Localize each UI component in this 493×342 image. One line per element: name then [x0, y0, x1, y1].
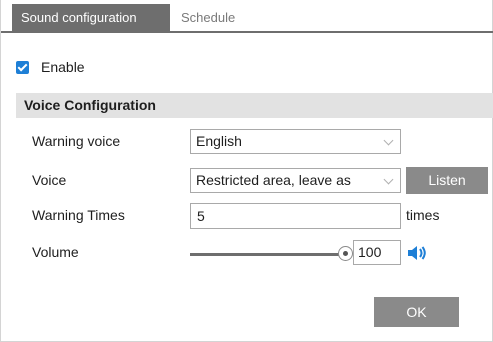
enable-label: Enable — [41, 59, 85, 75]
warning-voice-value: English — [196, 133, 242, 149]
voice-value: Restricted area, leave as — [196, 172, 351, 188]
tab-sound-configuration[interactable]: Sound configuration — [12, 4, 170, 31]
voice-select[interactable]: Restricted area, leave as — [190, 168, 401, 193]
volume-input[interactable]: 100 — [353, 240, 401, 265]
voice-label: Voice — [32, 172, 67, 188]
speaker-icon[interactable] — [406, 243, 428, 263]
warning-times-label: Warning Times — [32, 207, 125, 223]
warning-voice-label: Warning voice — [32, 133, 121, 149]
chevron-down-icon — [383, 135, 394, 146]
ok-button[interactable]: OK — [374, 297, 459, 327]
volume-slider-handle[interactable] — [337, 246, 353, 261]
voice-configuration-header: Voice Configuration — [16, 93, 493, 118]
volume-label: Volume — [32, 244, 79, 260]
tab-schedule[interactable]: Schedule — [172, 4, 244, 31]
listen-button[interactable]: Listen — [406, 167, 488, 194]
settings-panel: Sound configuration Schedule Enable Voic… — [0, 0, 493, 342]
volume-slider-track[interactable] — [190, 253, 345, 256]
enable-row[interactable]: Enable — [16, 59, 85, 75]
warning-times-input[interactable]: 5 — [190, 203, 401, 229]
volume-slider-fill — [190, 253, 345, 256]
chevron-down-icon — [383, 174, 394, 185]
tab-bar: Sound configuration Schedule — [1, 0, 493, 33]
warning-times-unit: times — [406, 207, 440, 223]
warning-voice-select[interactable]: English — [190, 129, 401, 154]
enable-checkbox[interactable] — [16, 60, 29, 74]
